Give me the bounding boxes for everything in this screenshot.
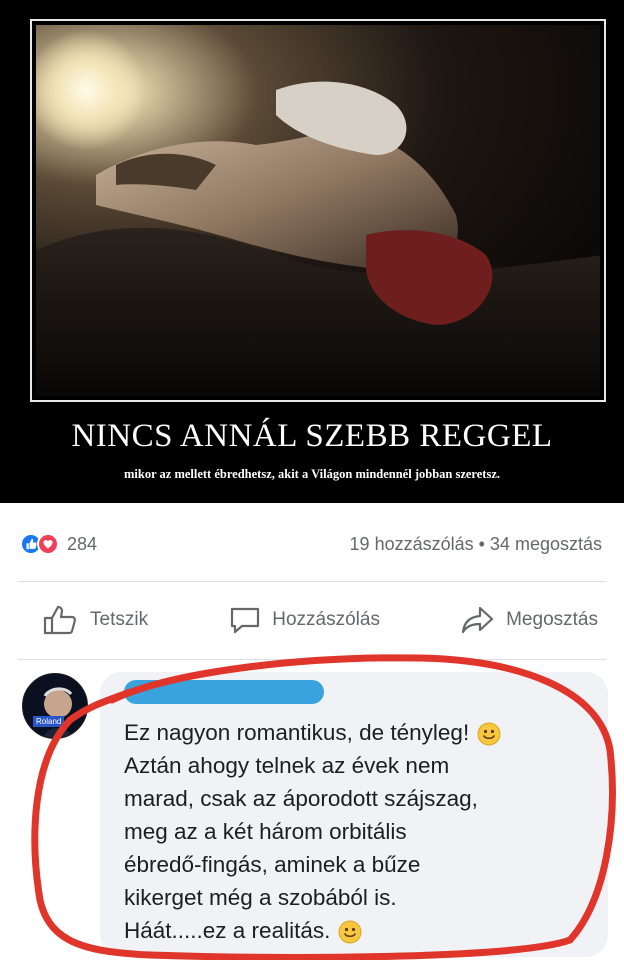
comment-button[interactable]: Hozzászólás <box>228 605 380 635</box>
smiley-emoji-icon <box>338 920 362 944</box>
speech-bubble-icon <box>231 607 260 634</box>
avatar[interactable]: Roland <box>22 673 88 739</box>
comment-line: Ez nagyon romantikus, de tényleg! <box>124 716 594 749</box>
poster-photo[interactable] <box>36 25 600 396</box>
share-button[interactable]: Megosztás <box>460 605 598 635</box>
reaction-count: 284 <box>67 533 98 554</box>
comment-label: Hozzászólás <box>272 609 380 630</box>
profile-photo <box>23 674 87 738</box>
comments-shares-count[interactable]: 19 hozzászólás • 34 megosztás <box>350 534 602 555</box>
share-arrow-icon <box>462 606 494 634</box>
post-stats: 284 19 hozzászólás • 34 megosztás <box>20 528 602 560</box>
poster-photo-frame <box>30 19 606 402</box>
comment-line: ébredő-fingás, aminek a bűze <box>124 852 421 877</box>
divider <box>18 581 606 582</box>
poster-subtitle: mikor az mellett ébredhetsz, akit a Vilá… <box>123 467 501 481</box>
comment-text: Ez nagyon romantikus, de tényleg! Aztán … <box>124 716 594 947</box>
redacted-commenter-name[interactable] <box>124 680 324 704</box>
reactions-summary[interactable]: 284 <box>20 533 97 555</box>
poster-title: NINCS ANNÁL SZEBB REGGEL <box>71 418 553 454</box>
comment-line: marad, csak az áporodott szájszag, <box>124 786 478 811</box>
divider <box>18 659 606 660</box>
smiley-emoji-icon <box>477 722 501 746</box>
meme-poster: NINCS ANNÁL SZEBB REGGEL mikor az mellet… <box>0 0 624 503</box>
comment-line: Háát.....ez a realitás. <box>124 914 594 947</box>
avatar-badge-text: Roland <box>33 716 65 727</box>
comment-line: Aztán ahogy telnek az évek nem <box>124 753 450 778</box>
like-button[interactable]: Tetszik <box>42 605 148 635</box>
like-label: Tetszik <box>90 609 149 630</box>
bedroom-photo-illustration <box>36 30 600 396</box>
share-label: Megosztás <box>506 609 598 630</box>
post-actions: Tetszik Hozzászólás Megosztás <box>0 600 624 640</box>
comment-line: kikerget még a szobából is. <box>124 885 397 910</box>
love-reaction-icon <box>37 533 59 555</box>
thumbs-up-icon <box>43 605 76 635</box>
comment-line: meg az a két három orbitális <box>124 819 407 844</box>
